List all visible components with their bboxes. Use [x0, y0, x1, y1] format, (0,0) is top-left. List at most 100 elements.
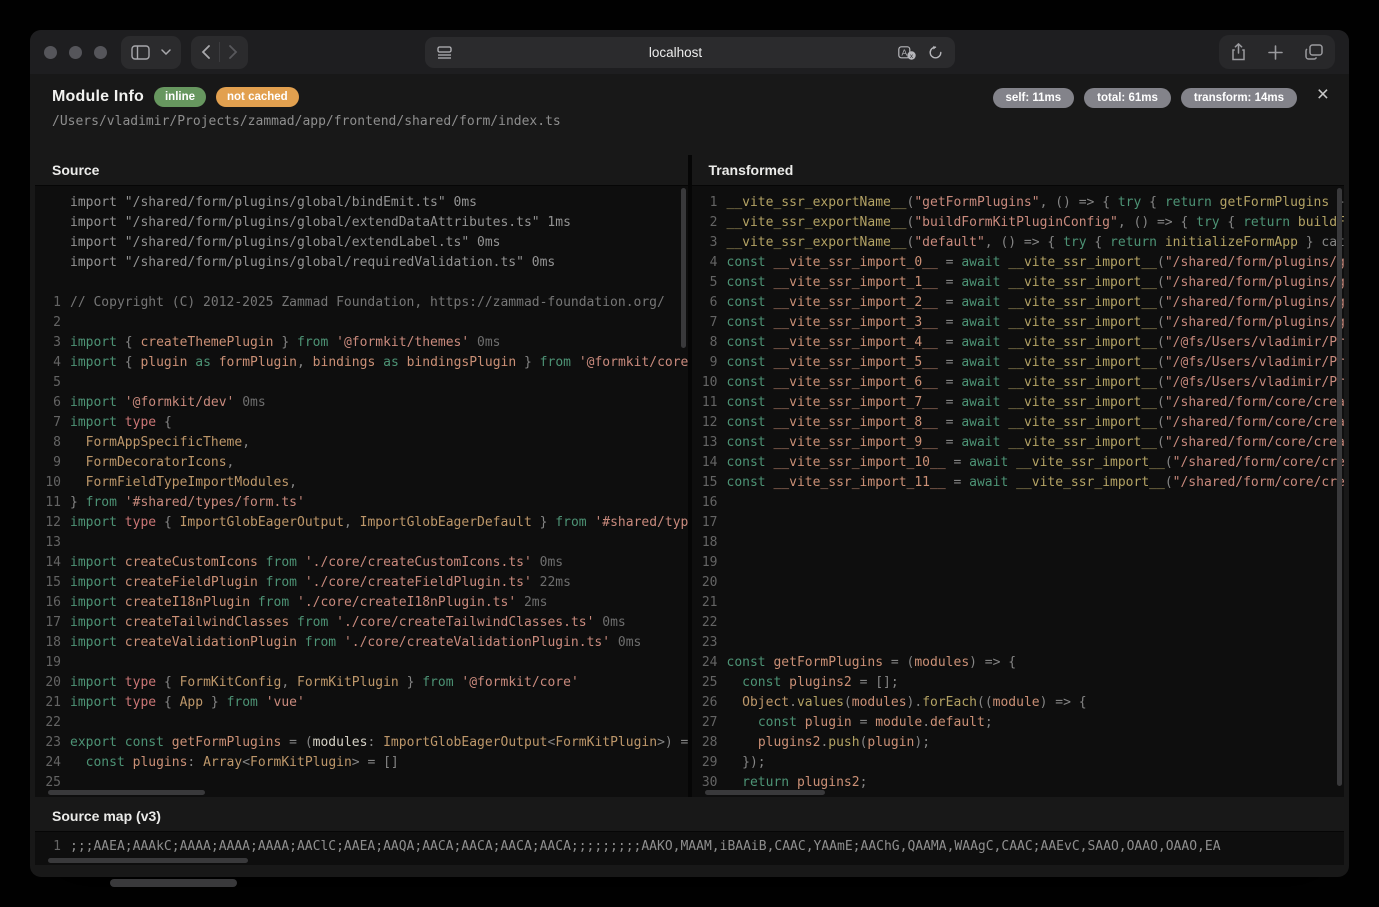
transformed-horizontal-scrollbar[interactable]: [705, 790, 825, 795]
browser-titlebar: localhost A x: [30, 30, 1349, 74]
code-line: 7const __vite_ssr_import_3__ = await __v…: [692, 313, 1345, 333]
code-line: 21: [692, 593, 1345, 613]
code-line: 4const __vite_ssr_import_0__ = await __v…: [692, 253, 1345, 273]
code-line: 10 FormFieldTypeImportModules,: [35, 473, 688, 493]
close-traffic-light[interactable]: [44, 46, 57, 59]
timing-badges: self: 11ms total: 61ms transform: 14ms: [993, 88, 1297, 108]
code-line: 4import { plugin as formPlugin, bindings…: [35, 353, 688, 373]
module-info-header: Module Info inline not cached self: 11ms…: [30, 74, 1349, 152]
code-line: 16import createI18nPlugin from './core/c…: [35, 593, 688, 613]
sourcemap-horizontal-scrollbar[interactable]: [48, 858, 248, 863]
code-line: 24const getFormPlugins = (modules) => {: [692, 653, 1345, 673]
code-line: 17import createTailwindClasses from './c…: [35, 613, 688, 633]
code-line: 13: [35, 533, 688, 553]
module-path: /Users/vladimir/Projects/zammad/app/fron…: [52, 114, 1327, 129]
code-line: 14const __vite_ssr_import_10__ = await _…: [692, 453, 1345, 473]
zoom-traffic-light[interactable]: [94, 46, 107, 59]
code-line: 20: [692, 573, 1345, 593]
browser-window: localhost A x: [30, 30, 1349, 877]
code-line: 20import type { FormKitConfig, FormKitPl…: [35, 673, 688, 693]
code-line: 25 const plugins2 = [];: [692, 673, 1345, 693]
code-line: 21import type { App } from 'vue': [35, 693, 688, 713]
code-line: 12const __vite_ssr_import_8__ = await __…: [692, 413, 1345, 433]
source-vertical-scrollbar[interactable]: [681, 188, 686, 348]
source-panel-title: Source: [35, 155, 688, 186]
source-panel: Source import "/shared/form/plugins/glob…: [35, 155, 688, 797]
forward-icon[interactable]: [229, 45, 238, 59]
transformed-vertical-scrollbar[interactable]: [1337, 188, 1342, 786]
transformed-panel-title: Transformed: [692, 155, 1345, 186]
new-tab-icon[interactable]: [1268, 45, 1283, 60]
code-line: 3__vite_ssr_exportName__("default", () =…: [692, 233, 1345, 253]
code-line: 2__vite_ssr_exportName__("buildFormKitPl…: [692, 213, 1345, 233]
code-line: 9const __vite_ssr_import_5__ = await __v…: [692, 353, 1345, 373]
code-line: 27 const plugin = module.default;: [692, 713, 1345, 733]
code-line: 6const __vite_ssr_import_2__ = await __v…: [692, 293, 1345, 313]
code-line: import "/shared/form/plugins/global/bind…: [35, 193, 688, 213]
close-icon[interactable]: ×: [1317, 84, 1329, 105]
code-line: 19: [692, 553, 1345, 573]
minimize-traffic-light[interactable]: [69, 46, 82, 59]
code-line: 13const __vite_ssr_import_9__ = await __…: [692, 433, 1345, 453]
code-line: 12import type { ImportGlobEagerOutput, I…: [35, 513, 688, 533]
code-line: import "/shared/form/plugins/global/exte…: [35, 233, 688, 253]
source-horizontal-scrollbar[interactable]: [48, 790, 205, 795]
code-line: 24 const plugins: Array<FormKitPlugin> =…: [35, 753, 688, 773]
desktop-bar: [110, 879, 237, 887]
address-bar[interactable]: localhost A x: [425, 37, 955, 68]
code-line: [35, 273, 688, 293]
back-icon[interactable]: [201, 45, 210, 59]
sourcemap-panel: Source map (v3) 1;;;AAEA;AAAkC;AAAA;AAAA…: [35, 801, 1344, 865]
sourcemap-panel-title: Source map (v3): [35, 801, 1344, 832]
code-line: 8 FormAppSpecificTheme,: [35, 433, 688, 453]
translate-icon[interactable]: A x: [898, 46, 916, 60]
code-line: 7import type {: [35, 413, 688, 433]
nav-button-group: [191, 36, 248, 69]
code-line: 18: [692, 533, 1345, 553]
reload-icon[interactable]: [928, 45, 943, 60]
code-line: 28 plugins2.push(plugin);: [692, 733, 1345, 753]
nav-divider: [219, 42, 220, 62]
total-time-badge: total: 61ms: [1084, 88, 1171, 108]
transform-time-badge: transform: 14ms: [1181, 88, 1297, 108]
code-line: 22: [692, 613, 1345, 633]
code-line: 23export const getFormPlugins = (modules…: [35, 733, 688, 753]
code-line: 26 Object.values(modules).forEach((modul…: [692, 693, 1345, 713]
source-code[interactable]: import "/shared/form/plugins/global/bind…: [35, 187, 688, 797]
code-line: 2: [35, 313, 688, 333]
sidebar-button-group: [121, 36, 181, 69]
code-line: 15import createFieldPlugin from './core/…: [35, 573, 688, 593]
code-line: 19: [35, 653, 688, 673]
code-line: 6import '@formkit/dev' 0ms: [35, 393, 688, 413]
inline-badge: inline: [154, 87, 206, 107]
code-line: import "/shared/form/plugins/global/requ…: [35, 253, 688, 273]
traffic-lights: [44, 46, 107, 59]
code-line: 17: [692, 513, 1345, 533]
self-time-badge: self: 11ms: [993, 88, 1075, 108]
code-line: 1;;;AAEA;AAAkC;AAAA;AAAA;AAAA;AAClC;AAEA…: [35, 837, 1344, 857]
code-line: 16: [692, 493, 1345, 513]
code-line: 23: [692, 633, 1345, 653]
code-line: 29 });: [692, 753, 1345, 773]
not-cached-badge: not cached: [216, 87, 299, 107]
code-line: 18import createValidationPlugin from './…: [35, 633, 688, 653]
share-icon[interactable]: [1231, 43, 1246, 61]
svg-text:A: A: [901, 47, 907, 57]
sidebar-icon[interactable]: [131, 45, 150, 60]
transformed-panel: Transformed 1__vite_ssr_exportName__("ge…: [692, 155, 1345, 797]
code-line: 9 FormDecoratorIcons,: [35, 453, 688, 473]
code-line: 14import createCustomIcons from './core/…: [35, 553, 688, 573]
tab-overview-icon[interactable]: [1305, 44, 1323, 60]
transformed-code[interactable]: 1__vite_ssr_exportName__("getFormPlugins…: [692, 187, 1345, 797]
code-line: 8const __vite_ssr_import_4__ = await __v…: [692, 333, 1345, 353]
reader-icon[interactable]: [437, 46, 453, 59]
code-line: import "/shared/form/plugins/global/exte…: [35, 213, 688, 233]
code-line: 10const __vite_ssr_import_6__ = await __…: [692, 373, 1345, 393]
page-title: Module Info: [52, 88, 144, 106]
url-text: localhost: [453, 45, 898, 60]
code-line: 22: [35, 713, 688, 733]
code-line: 3import { createThemePlugin } from '@for…: [35, 333, 688, 353]
code-line: 11} from '#shared/types/form.ts': [35, 493, 688, 513]
chevron-down-icon[interactable]: [161, 49, 171, 55]
code-line: 1__vite_ssr_exportName__("getFormPlugins…: [692, 193, 1345, 213]
